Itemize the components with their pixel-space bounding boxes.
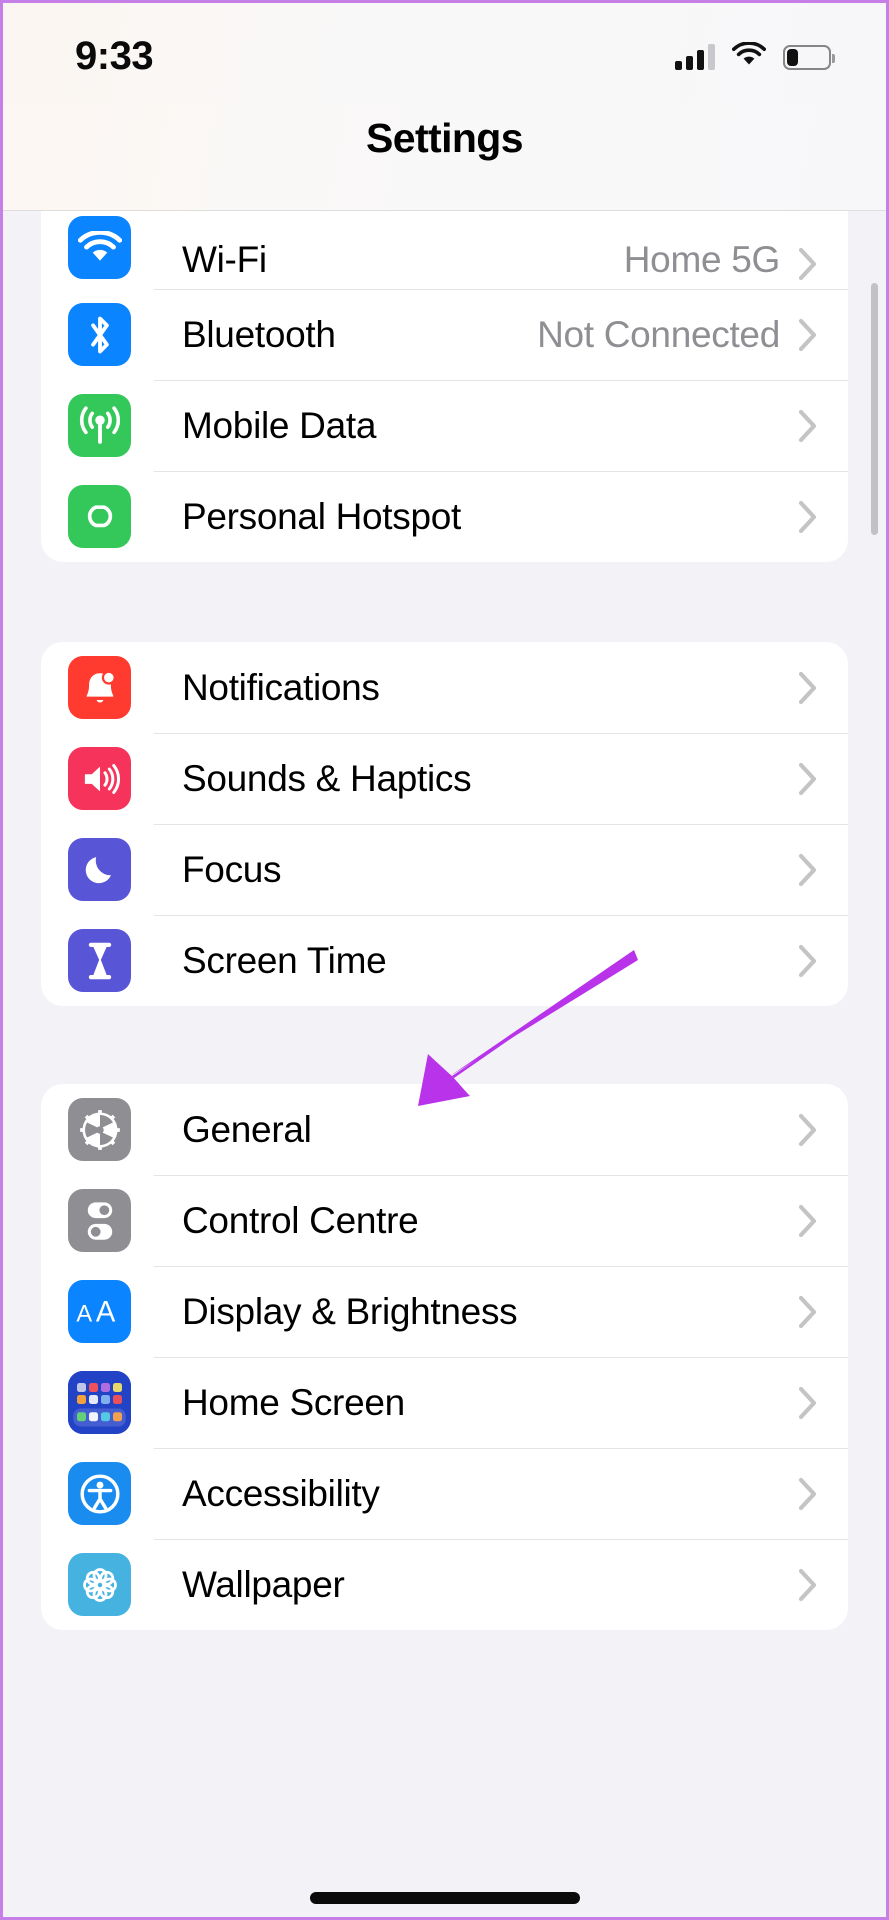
settings-row-wifi[interactable]: Wi-Fi Home 5G (41, 211, 848, 289)
page-title: Settings (366, 115, 524, 161)
chevron-right-icon (798, 318, 817, 351)
svg-text:A: A (95, 1296, 115, 1328)
text-size-aa-icon: A A (68, 1280, 131, 1343)
settings-row-bluetooth[interactable]: Bluetooth Not Connected (41, 289, 848, 380)
status-bar-clock: 9:33 (75, 33, 154, 78)
settings-row-focus[interactable]: Focus (41, 824, 848, 915)
chevron-right-icon (798, 409, 817, 442)
antenna-icon (68, 394, 131, 457)
settings-row-label: Mobile Data (182, 404, 377, 446)
settings-row-label: Display & Brightness (182, 1290, 518, 1332)
chevron-right-icon (798, 500, 817, 533)
navigation-bar: Settings (3, 103, 886, 211)
bell-icon (68, 656, 131, 719)
hotspot-link-icon (68, 485, 131, 548)
settings-row-mobile-data[interactable]: Mobile Data (41, 380, 848, 471)
chevron-right-icon (798, 1477, 817, 1510)
chevron-right-icon (798, 1568, 817, 1601)
settings-scroll-view[interactable]: Wi-Fi Home 5G Bluetooth Not Connected Mo… (3, 211, 886, 1917)
settings-row-personal-hotspot[interactable]: Personal Hotspot (41, 471, 848, 562)
settings-row-value: Home 5G (623, 239, 781, 280)
settings-row-label: Screen Time (182, 939, 387, 981)
chevron-right-icon (798, 1113, 817, 1146)
accessibility-icon (68, 1462, 131, 1525)
svg-text:A: A (76, 1301, 92, 1327)
status-bar: 9:33 (3, 3, 886, 103)
status-bar-icons (675, 40, 835, 73)
settings-row-label: Sounds & Haptics (182, 757, 472, 799)
chevron-right-icon (798, 1295, 817, 1328)
chevron-right-icon (798, 671, 817, 704)
battery-icon (783, 44, 835, 70)
settings-row-label: Notifications (182, 666, 380, 708)
settings-row-accessibility[interactable]: Accessibility (41, 1448, 848, 1539)
settings-row-display-brightness[interactable]: A A Display & Brightness (41, 1266, 848, 1357)
settings-row-label: General (182, 1108, 312, 1150)
settings-row-control-centre[interactable]: Control Centre (41, 1175, 848, 1266)
settings-row-label: Control Centre (182, 1199, 419, 1241)
cellular-signal-icon (675, 44, 715, 70)
settings-row-notifications[interactable]: Notifications (41, 642, 848, 733)
settings-row-label: Personal Hotspot (182, 495, 462, 537)
settings-group-alerts: Notifications Sounds & Haptics Focus Scr… (41, 642, 848, 1006)
scrollbar-indicator[interactable] (871, 283, 878, 535)
settings-row-label: Wallpaper (182, 1563, 345, 1605)
chevron-right-icon (798, 1204, 817, 1237)
app-grid-icon (68, 1371, 131, 1434)
speaker-icon (68, 747, 131, 810)
settings-row-general[interactable]: General (41, 1084, 848, 1175)
settings-row-label: Focus (182, 848, 282, 890)
settings-row-label: Home Screen (182, 1381, 405, 1423)
settings-row-value: Not Connected (537, 313, 780, 355)
moon-icon (68, 838, 131, 901)
settings-row-sounds-haptics[interactable]: Sounds & Haptics (41, 733, 848, 824)
home-indicator (309, 1892, 580, 1904)
wifi-icon (732, 40, 766, 73)
settings-row-screen-time[interactable]: Screen Time (41, 915, 848, 1006)
chevron-right-icon (798, 762, 817, 795)
iphone-settings-screen: 9:33 Settings Wi-Fi Home 5G Bluetooth No… (0, 0, 889, 1920)
settings-group-system: General Control Centre A A Display & Bri… (41, 1084, 848, 1630)
gear-icon (68, 1098, 131, 1161)
bluetooth-icon (68, 303, 131, 366)
toggles-icon (68, 1189, 131, 1252)
settings-row-label: Wi-Fi (182, 239, 267, 280)
settings-row-label: Bluetooth (182, 313, 336, 355)
chevron-right-icon (798, 1386, 817, 1419)
settings-group-connectivity: Wi-Fi Home 5G Bluetooth Not Connected Mo… (41, 211, 848, 562)
hourglass-icon (68, 929, 131, 992)
settings-row-label: Accessibility (182, 1472, 380, 1514)
wifi-icon (68, 216, 131, 279)
flower-icon (68, 1553, 131, 1616)
chevron-right-icon (798, 247, 817, 281)
settings-row-wallpaper[interactable]: Wallpaper (41, 1539, 848, 1630)
chevron-right-icon (798, 944, 817, 977)
chevron-right-icon (798, 853, 817, 886)
settings-row-home-screen[interactable]: Home Screen (41, 1357, 848, 1448)
